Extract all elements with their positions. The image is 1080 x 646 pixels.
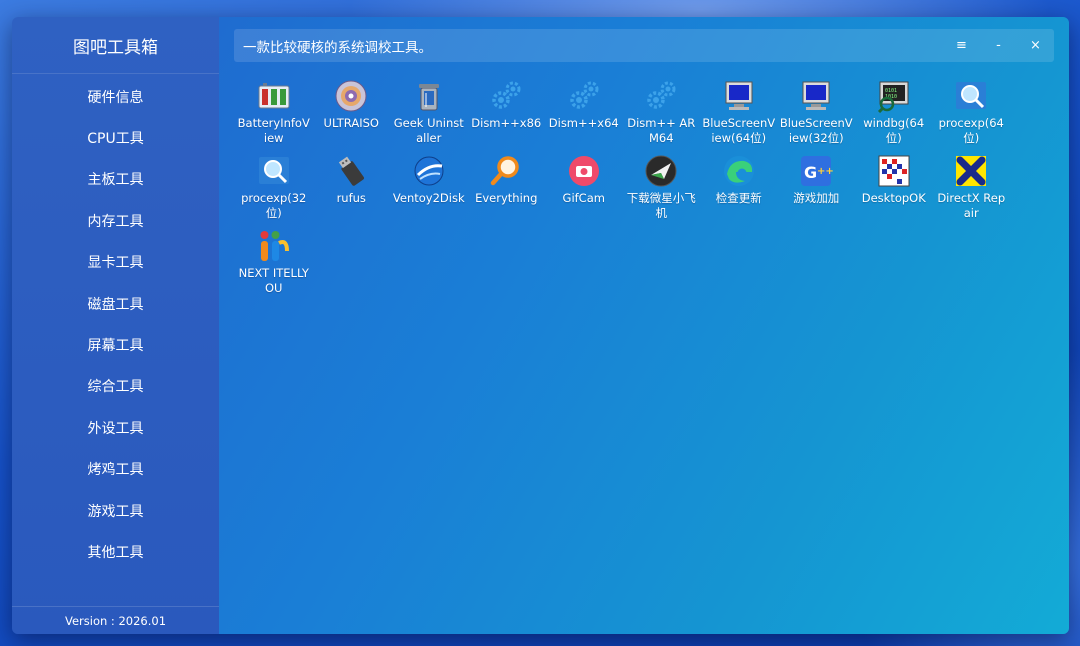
sidebar-item[interactable]: 烤鸡工具: [12, 449, 219, 490]
gears-icon: [489, 79, 523, 113]
main-panel: 一款比较硬核的系统调校工具。 ≡ - × BatteryInfoView ULTR…: [219, 17, 1069, 634]
sidebar-item[interactable]: 硬件信息: [12, 76, 219, 117]
svg-text:G: G: [804, 163, 817, 182]
tool-label: DesktopOK: [861, 191, 926, 205]
tool-launcher[interactable]: G ++ 游戏加加: [778, 154, 856, 227]
tool-launcher[interactable]: Ventoy2Disk: [390, 154, 468, 227]
game-plus-icon: G ++: [799, 154, 833, 188]
gears-icon: [567, 79, 601, 113]
magnifier-window-icon: [257, 154, 291, 188]
tool-label: Dism++x86: [471, 116, 542, 130]
sidebar-item[interactable]: 主板工具: [12, 159, 219, 200]
tool-launcher[interactable]: Dism++ ARM64: [623, 79, 701, 152]
tool-launcher[interactable]: 检查更新: [700, 154, 778, 227]
tool-label: 游戏加加: [793, 191, 840, 205]
sidebar-item[interactable]: 屏幕工具: [12, 324, 219, 365]
tool-label: 检查更新: [715, 191, 762, 205]
sidebar: 图吧工具箱 硬件信息 CPU工具 主板工具 内存工具 显卡工具 磁盘工具 屏幕工具 综合工具外…: [12, 17, 219, 634]
slogan-text: 一款比较硬核的系统调校工具。: [243, 39, 432, 56]
sidebar-item[interactable]: 游戏工具: [12, 490, 219, 531]
tool-launcher[interactable]: procexp(32位): [235, 154, 313, 227]
tool-launcher[interactable]: BlueScreenView(32位): [778, 79, 856, 152]
sidebar-item[interactable]: 综合工具: [12, 366, 219, 407]
edge-browser-icon: [722, 154, 756, 188]
sidebar-item[interactable]: CPU工具: [12, 117, 219, 158]
title-bar: 一款比较硬核的系统调校工具。 ≡ - ×: [234, 29, 1054, 62]
tool-launcher[interactable]: BlueScreenView(64位): [700, 79, 778, 152]
tool-launcher[interactable]: Geek Uninstaller: [390, 79, 468, 152]
tool-label: procexp(32位): [241, 191, 307, 220]
sidebar-item[interactable]: 外设工具: [12, 407, 219, 448]
tool-label: Dism++x64: [548, 116, 619, 130]
ventoy-globe-icon: [412, 154, 446, 188]
tool-label: BlueScreenView(64位): [702, 116, 776, 145]
tool-label: Ventoy2Disk: [392, 191, 465, 205]
tool-launcher[interactable]: Everything: [468, 154, 546, 227]
tool-launcher[interactable]: procexp(64位): [933, 79, 1011, 152]
menu-button[interactable]: ≡: [943, 29, 980, 62]
tool-label: BatteryInfoView: [237, 116, 310, 145]
debugger-icon: 0101 1010: [877, 79, 911, 113]
sidebar-nav: 硬件信息 CPU工具 主板工具 内存工具 显卡工具 磁盘工具 屏幕工具 综合工具 外设工具 烤鸡工…: [12, 74, 219, 573]
tool-label: Dism++ ARM64: [627, 116, 696, 145]
camera-icon: [567, 154, 601, 188]
magnifier-window-icon: [954, 79, 988, 113]
tool-launcher[interactable]: BatteryInfoView: [235, 79, 313, 152]
app-title: 图吧工具箱: [12, 17, 219, 74]
tool-label: GifCam: [562, 191, 605, 205]
directx-icon: [954, 154, 988, 188]
tool-launcher[interactable]: rufus: [313, 154, 391, 227]
tool-grid: BatteryInfoView ULTRAISO Geek Uninstaller D…: [235, 79, 1025, 302]
tool-label: Everything: [475, 191, 538, 205]
battery-icon: [257, 79, 291, 113]
sidebar-item[interactable]: 其他工具: [12, 531, 219, 572]
search-magnifier-icon: [489, 154, 523, 188]
tool-launcher[interactable]: Dism++x64: [545, 79, 623, 152]
version-label: Version : 2026.01: [12, 606, 219, 634]
trash-can-icon: [412, 79, 446, 113]
tool-label: ULTRAISO: [323, 116, 379, 130]
tool-label: procexp(64位): [938, 116, 1004, 145]
tool-launcher[interactable]: 0101 1010 windbg(64位): [855, 79, 933, 152]
desktop-grid-icon: [877, 154, 911, 188]
itellyou-logo-icon: [257, 229, 291, 263]
sidebar-item[interactable]: 内存工具: [12, 200, 219, 241]
usb-drive-icon: [334, 154, 368, 188]
afterburner-plane-icon: [644, 154, 678, 188]
gears-icon: [644, 79, 678, 113]
close-button[interactable]: ×: [1017, 29, 1054, 62]
sidebar-item[interactable]: 磁盘工具: [12, 283, 219, 324]
svg-text:++: ++: [817, 166, 833, 177]
monitor-icon: [722, 79, 756, 113]
tool-launcher[interactable]: GifCam: [545, 154, 623, 227]
tool-launcher[interactable]: ULTRAISO: [313, 79, 391, 152]
tool-label: windbg(64位): [863, 116, 925, 145]
tool-launcher[interactable]: 下载微星小飞机: [623, 154, 701, 227]
tool-label: 下载微星小飞机: [626, 191, 696, 220]
tool-label: rufus: [336, 191, 366, 205]
minimize-button[interactable]: -: [980, 29, 1017, 62]
monitor-icon: [799, 79, 833, 113]
tool-launcher[interactable]: DesktopOK: [855, 154, 933, 227]
app-window: 图吧工具箱 硬件信息 CPU工具 主板工具 内存工具 显卡工具 磁盘工具 屏幕工具 综合工具外…: [12, 17, 1069, 634]
sidebar-item[interactable]: 显卡工具: [12, 242, 219, 283]
tool-label: DirectX Repair: [937, 191, 1006, 220]
tool-label: NEXT ITELLYOU: [238, 266, 309, 295]
tool-label: BlueScreenView(32位): [779, 116, 853, 145]
tool-launcher[interactable]: NEXT ITELLYOU: [235, 229, 313, 302]
tool-launcher[interactable]: Dism++x86: [468, 79, 546, 152]
tool-launcher[interactable]: DirectX Repair: [933, 154, 1011, 227]
disc-icon: [334, 79, 368, 113]
tool-label: Geek Uninstaller: [393, 116, 464, 145]
